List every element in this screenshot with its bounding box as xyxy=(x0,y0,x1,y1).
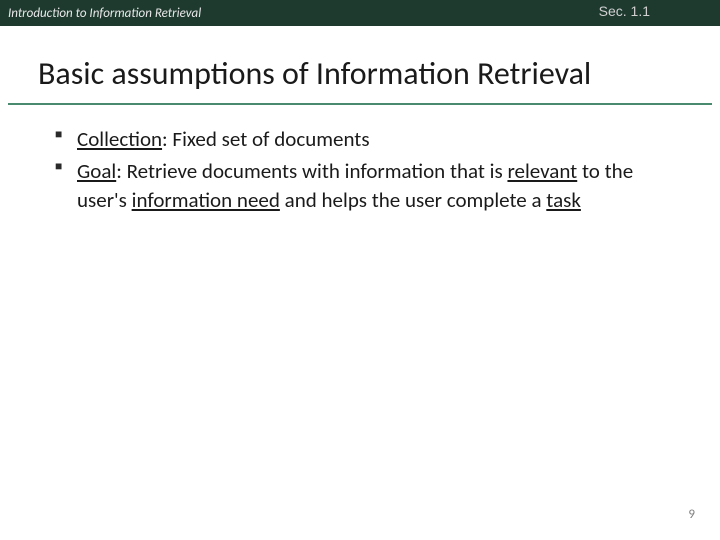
bullet-item: Collection: Fixed set of documents xyxy=(55,125,680,153)
bullet-text: : Retrieve documents with information th… xyxy=(116,158,507,184)
term-collection: Collection xyxy=(77,126,162,152)
section-label: Sec. 1.1 xyxy=(599,3,650,19)
term-relevant: relevant xyxy=(507,158,577,184)
term-goal: Goal xyxy=(77,158,116,184)
term-task: task xyxy=(546,187,581,213)
bullet-text: : Fixed set of documents xyxy=(162,126,370,152)
term-information-need: information need xyxy=(132,187,280,213)
header-bar: Introduction to Information Retrieval Se… xyxy=(0,0,720,26)
bullet-text: and helps the user complete a xyxy=(280,187,546,213)
presentation-title: Introduction to Information Retrieval xyxy=(8,6,201,21)
slide-title: Basic assumptions of Information Retriev… xyxy=(8,26,712,105)
bullet-item: Goal: Retrieve documents with informatio… xyxy=(55,157,680,214)
content-area: Collection: Fixed set of documents Goal:… xyxy=(0,105,720,214)
page-number: 9 xyxy=(688,507,695,522)
